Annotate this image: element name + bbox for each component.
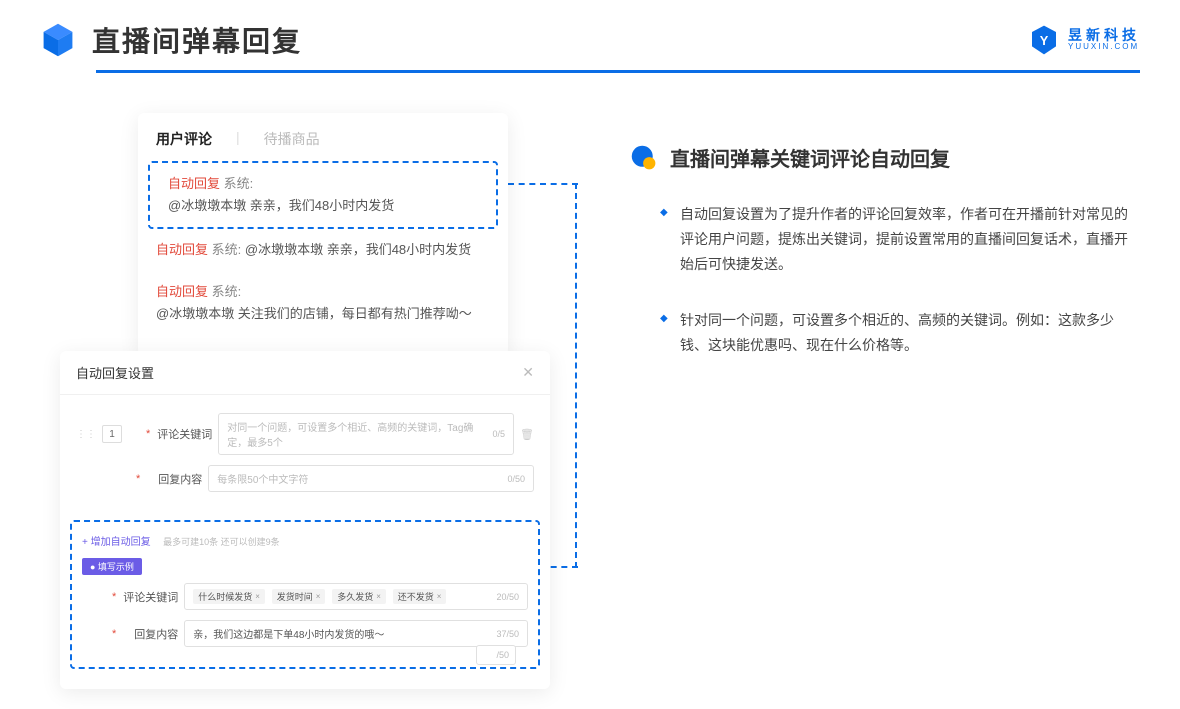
keyword-tag[interactable]: 发货时间× [272, 589, 326, 604]
auto-reply-tag: 自动回复 [156, 239, 208, 261]
drag-handle-icon[interactable]: ⋮⋮ [76, 429, 96, 440]
example-keyword-row: * 评论关键词 什么时候发货× 发货时间× 多久发货× 还不发货× 20/50 [82, 583, 528, 610]
example-reply-count: 37/50 [496, 629, 519, 639]
tag-container: 什么时候发货× 发货时间× 多久发货× 还不发货× [193, 589, 450, 604]
ghost-count: /50 [476, 645, 516, 665]
auto-reply-tag: 自动回复 [168, 173, 220, 195]
add-auto-reply-link[interactable]: + 增加自动回复 [82, 537, 151, 548]
system-label: 系统: [212, 281, 242, 303]
add-hint: 最多可建10条 还可以创建9条 [163, 537, 280, 547]
right-column: 直播间弹幕关键词评论自动回复 自动回复设置为了提升作者的评论回复效率，作者可在开… [590, 113, 1140, 689]
keyword-tag[interactable]: 还不发货× [393, 589, 447, 604]
highlighted-comment: 自动回复 系统: @冰墩墩本墩 亲亲，我们48小时内发货 [148, 161, 498, 229]
brand-name-cn: 昱新科技 [1068, 28, 1140, 43]
brand-name-en: YUUXIN.COM [1068, 43, 1140, 52]
feature-bullets: 自动回复设置为了提升作者的评论回复效率，作者可在开播前针对常见的评论用户问题，提… [630, 202, 1140, 358]
comment-row: 自动回复 系统: @冰墩墩本墩 关注我们的店铺，每日都有热门推荐呦～ [138, 271, 508, 335]
bullet-item: 自动回复设置为了提升作者的评论回复效率，作者可在开播前针对常见的评论用户问题，提… [660, 202, 1140, 278]
example-reply-label: 回复内容 [122, 626, 178, 642]
auto-reply-tag: 自动回复 [156, 281, 208, 303]
close-icon[interactable]: ✕ [522, 364, 534, 381]
comment-text: @冰墩墩本墩 关注我们的店铺，每日都有热门推荐呦～ [156, 303, 472, 325]
connector-line [575, 183, 577, 568]
keyword-tag[interactable]: 什么时候发货× [193, 589, 265, 604]
example-badge: ● 填写示例 [82, 558, 142, 575]
brand-icon: Y [1028, 24, 1060, 56]
reply-field-label: 回复内容 [146, 471, 202, 487]
row-number-badge: 1 [102, 425, 122, 443]
required-star-icon: * [146, 428, 150, 440]
header-left: 直播间弹幕回复 [40, 20, 302, 60]
keyword-placeholder: 对同一个问题，可设置多个相近、高频的关键词，Tag确定，最多5个 [227, 419, 492, 449]
comment-text: @冰墩墩本墩 亲亲，我们48小时内发货 [168, 195, 394, 217]
trash-icon[interactable]: 🗑 [520, 428, 534, 441]
tab-user-comments[interactable]: 用户评论 [156, 129, 212, 149]
required-star-icon: * [112, 591, 116, 603]
reply-placeholder: 每条限50个中文字符 [217, 471, 308, 486]
reply-input[interactable]: 每条限50个中文字符 0/50 [208, 465, 534, 492]
comment-row: 自动回复 系统: @冰墩墩本墩 亲亲，我们48小时内发货 [138, 229, 508, 271]
tag-remove-icon[interactable]: × [255, 592, 260, 601]
example-block: + 增加自动回复 最多可建10条 还可以创建9条 ● 填写示例 * 评论关键词 … [70, 520, 540, 669]
reply-config-row: * 回复内容 每条限50个中文字符 0/50 [76, 465, 534, 492]
comment-text: @冰墩墩本墩 亲亲，我们48小时内发货 [245, 239, 471, 261]
example-keyword-count: 20/50 [496, 592, 519, 602]
system-label: 系统: [212, 239, 242, 261]
system-label: 系统: [224, 173, 254, 195]
page-title: 直播间弹幕回复 [92, 20, 302, 60]
keyword-tag[interactable]: 多久发货× [332, 589, 386, 604]
settings-card: 自动回复设置 ✕ ⋮⋮ 1 * 评论关键词 对同一个问题，可设置多个相近、高频的… [60, 351, 550, 689]
required-star-icon: * [112, 628, 116, 640]
tag-remove-icon[interactable]: × [437, 592, 442, 601]
brand-logo: Y 昱新科技 YUUXIN.COM [1028, 24, 1140, 56]
example-reply-input[interactable]: 亲，我们这边都是下单48小时内发货的哦～ 37/50 [184, 620, 528, 647]
comment-tabs: 用户评论 | 待播商品 [138, 129, 508, 161]
left-column: 用户评论 | 待播商品 自动回复 系统: @冰墩墩本墩 亲亲，我们48小时内发货… [60, 113, 550, 689]
keyword-count: 0/5 [493, 429, 506, 439]
chat-bubble-icon [630, 144, 658, 172]
connector-line [508, 183, 578, 185]
tag-remove-icon[interactable]: × [376, 592, 381, 601]
example-keyword-label: 评论关键词 [122, 589, 178, 605]
keyword-config-row: ⋮⋮ 1 * 评论关键词 对同一个问题，可设置多个相近、高频的关键词，Tag确定… [76, 413, 534, 455]
svg-text:Y: Y [1040, 33, 1049, 48]
section-title: 直播间弹幕关键词评论自动回复 [670, 143, 950, 172]
keyword-input[interactable]: 对同一个问题，可设置多个相近、高频的关键词，Tag确定，最多5个 0/5 [218, 413, 514, 455]
settings-header: 自动回复设置 ✕ [60, 351, 550, 395]
tag-remove-icon[interactable]: × [316, 592, 321, 601]
bullet-item: 针对同一个问题，可设置多个相近的、高频的关键词。例如：这款多少钱、这块能优惠吗、… [660, 308, 1140, 358]
section-head: 直播间弹幕关键词评论自动回复 [630, 143, 1140, 172]
settings-title: 自动回复设置 [76, 363, 154, 382]
tab-pending-goods[interactable]: 待播商品 [264, 129, 320, 149]
page-header: 直播间弹幕回复 Y 昱新科技 YUUXIN.COM [0, 0, 1180, 70]
reply-count: 0/50 [507, 474, 525, 484]
comment-row: 自动回复 系统: @冰墩墩本墩 亲亲，我们48小时内发货 [150, 163, 496, 227]
comments-card: 用户评论 | 待播商品 自动回复 系统: @冰墩墩本墩 亲亲，我们48小时内发货… [138, 113, 508, 355]
example-reply-row: * 回复内容 亲，我们这边都是下单48小时内发货的哦～ 37/50 [82, 620, 528, 647]
cube-icon [40, 22, 76, 58]
example-reply-text: 亲，我们这边都是下单48小时内发货的哦～ [193, 626, 384, 641]
required-star-icon: * [136, 473, 140, 485]
example-keyword-input[interactable]: 什么时候发货× 发货时间× 多久发货× 还不发货× 20/50 [184, 583, 528, 610]
keyword-field-label: 评论关键词 [156, 426, 212, 442]
